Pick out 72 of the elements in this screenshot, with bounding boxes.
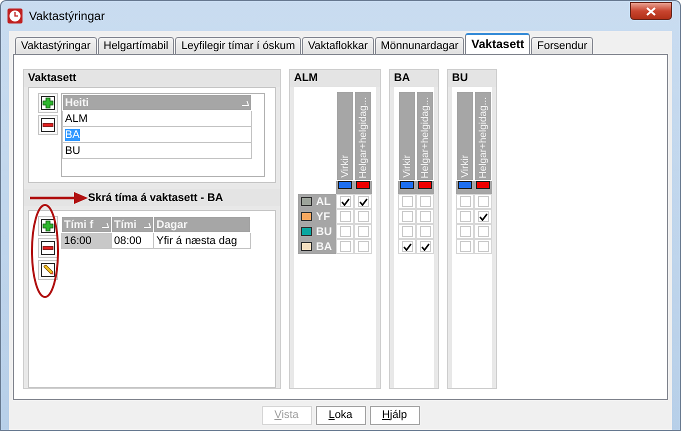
group-title: ALM — [290, 70, 380, 87]
checkbox[interactable] — [460, 211, 470, 222]
annotation-arrow — [30, 192, 88, 204]
checkbox[interactable] — [402, 211, 412, 222]
tab[interactable]: Leyfilegir tímar í óskum — [175, 37, 302, 54]
remove-button[interactable] — [38, 238, 58, 258]
checkbox[interactable] — [358, 211, 368, 222]
add-button[interactable] — [38, 216, 58, 236]
clock-icon — [7, 8, 23, 24]
remove-button[interactable] — [38, 115, 58, 135]
group-title: BA — [390, 70, 438, 87]
row-label: BA — [316, 240, 332, 252]
list-row[interactable]: BU — [62, 142, 252, 158]
row-label: AL — [316, 196, 331, 208]
list-row[interactable]: ALM — [62, 110, 252, 126]
checkbox[interactable] — [420, 241, 430, 252]
checkbox[interactable] — [420, 226, 430, 237]
remove-icon — [41, 241, 55, 255]
close-icon — [646, 6, 656, 16]
add-icon — [41, 219, 55, 233]
column-header: Virkir — [398, 91, 416, 181]
column-header: Virkir — [336, 91, 354, 181]
checkbox[interactable] — [358, 226, 368, 237]
checkbox[interactable] — [420, 196, 430, 207]
checkbox[interactable] — [402, 241, 412, 252]
table-cell: 16:00 — [62, 232, 112, 248]
tab[interactable]: Vaktaflokkar — [302, 37, 374, 54]
tab[interactable]: Vaktasett — [465, 33, 530, 54]
row-label: BU — [316, 226, 332, 238]
dialog-button[interactable]: Loka — [316, 406, 366, 424]
column-header: Helgar+helgidag... — [474, 91, 492, 181]
column-header: Helgar+helgidag... — [416, 91, 434, 181]
section-title: Skrá tíma á vaktasett - BA — [88, 192, 224, 204]
checkbox[interactable] — [340, 196, 350, 207]
sort-icon — [241, 100, 249, 106]
checkbox[interactable] — [460, 196, 470, 207]
checkbox[interactable] — [460, 241, 470, 252]
checkbox[interactable] — [478, 196, 488, 207]
table-cell: 08:00 — [111, 232, 154, 248]
dialog-button[interactable]: Hjálp — [370, 406, 420, 424]
checkbox[interactable] — [478, 241, 488, 252]
sort-icon — [143, 222, 152, 228]
sort-icon — [100, 222, 109, 228]
checkbox[interactable] — [340, 226, 350, 237]
checkbox[interactable] — [358, 241, 368, 252]
close-button[interactable] — [630, 2, 672, 20]
tab[interactable]: Mönnunardagar — [374, 37, 464, 54]
pencil-icon — [41, 263, 55, 277]
checkmark-icon — [478, 212, 488, 220]
tab[interactable]: Forsendur — [531, 37, 594, 54]
checkbox[interactable] — [358, 196, 368, 207]
add-icon — [41, 96, 55, 110]
checkbox[interactable] — [478, 211, 488, 222]
edit-button[interactable] — [38, 260, 58, 280]
tab[interactable]: Helgartímabil — [98, 37, 174, 54]
column-header: Helgar+helgidag... — [354, 91, 372, 181]
checkbox[interactable] — [402, 226, 412, 237]
group-title: BU — [448, 70, 496, 87]
checkbox[interactable] — [460, 226, 470, 237]
checkbox[interactable] — [420, 211, 430, 222]
table-cell: Yfir á næsta dag — [154, 232, 250, 248]
window-title: Vaktastýringar — [29, 9, 106, 23]
checkbox[interactable] — [478, 226, 488, 237]
checkbox[interactable] — [402, 196, 412, 207]
section-title: Vaktasett — [24, 70, 280, 87]
remove-icon — [41, 118, 55, 132]
tab[interactable]: Vaktastýringar — [15, 37, 96, 54]
add-button[interactable] — [38, 93, 58, 113]
row-label: YF — [316, 210, 330, 222]
column-header: Virkir — [456, 91, 474, 181]
checkbox[interactable] — [340, 211, 350, 222]
checkbox[interactable] — [340, 241, 350, 252]
